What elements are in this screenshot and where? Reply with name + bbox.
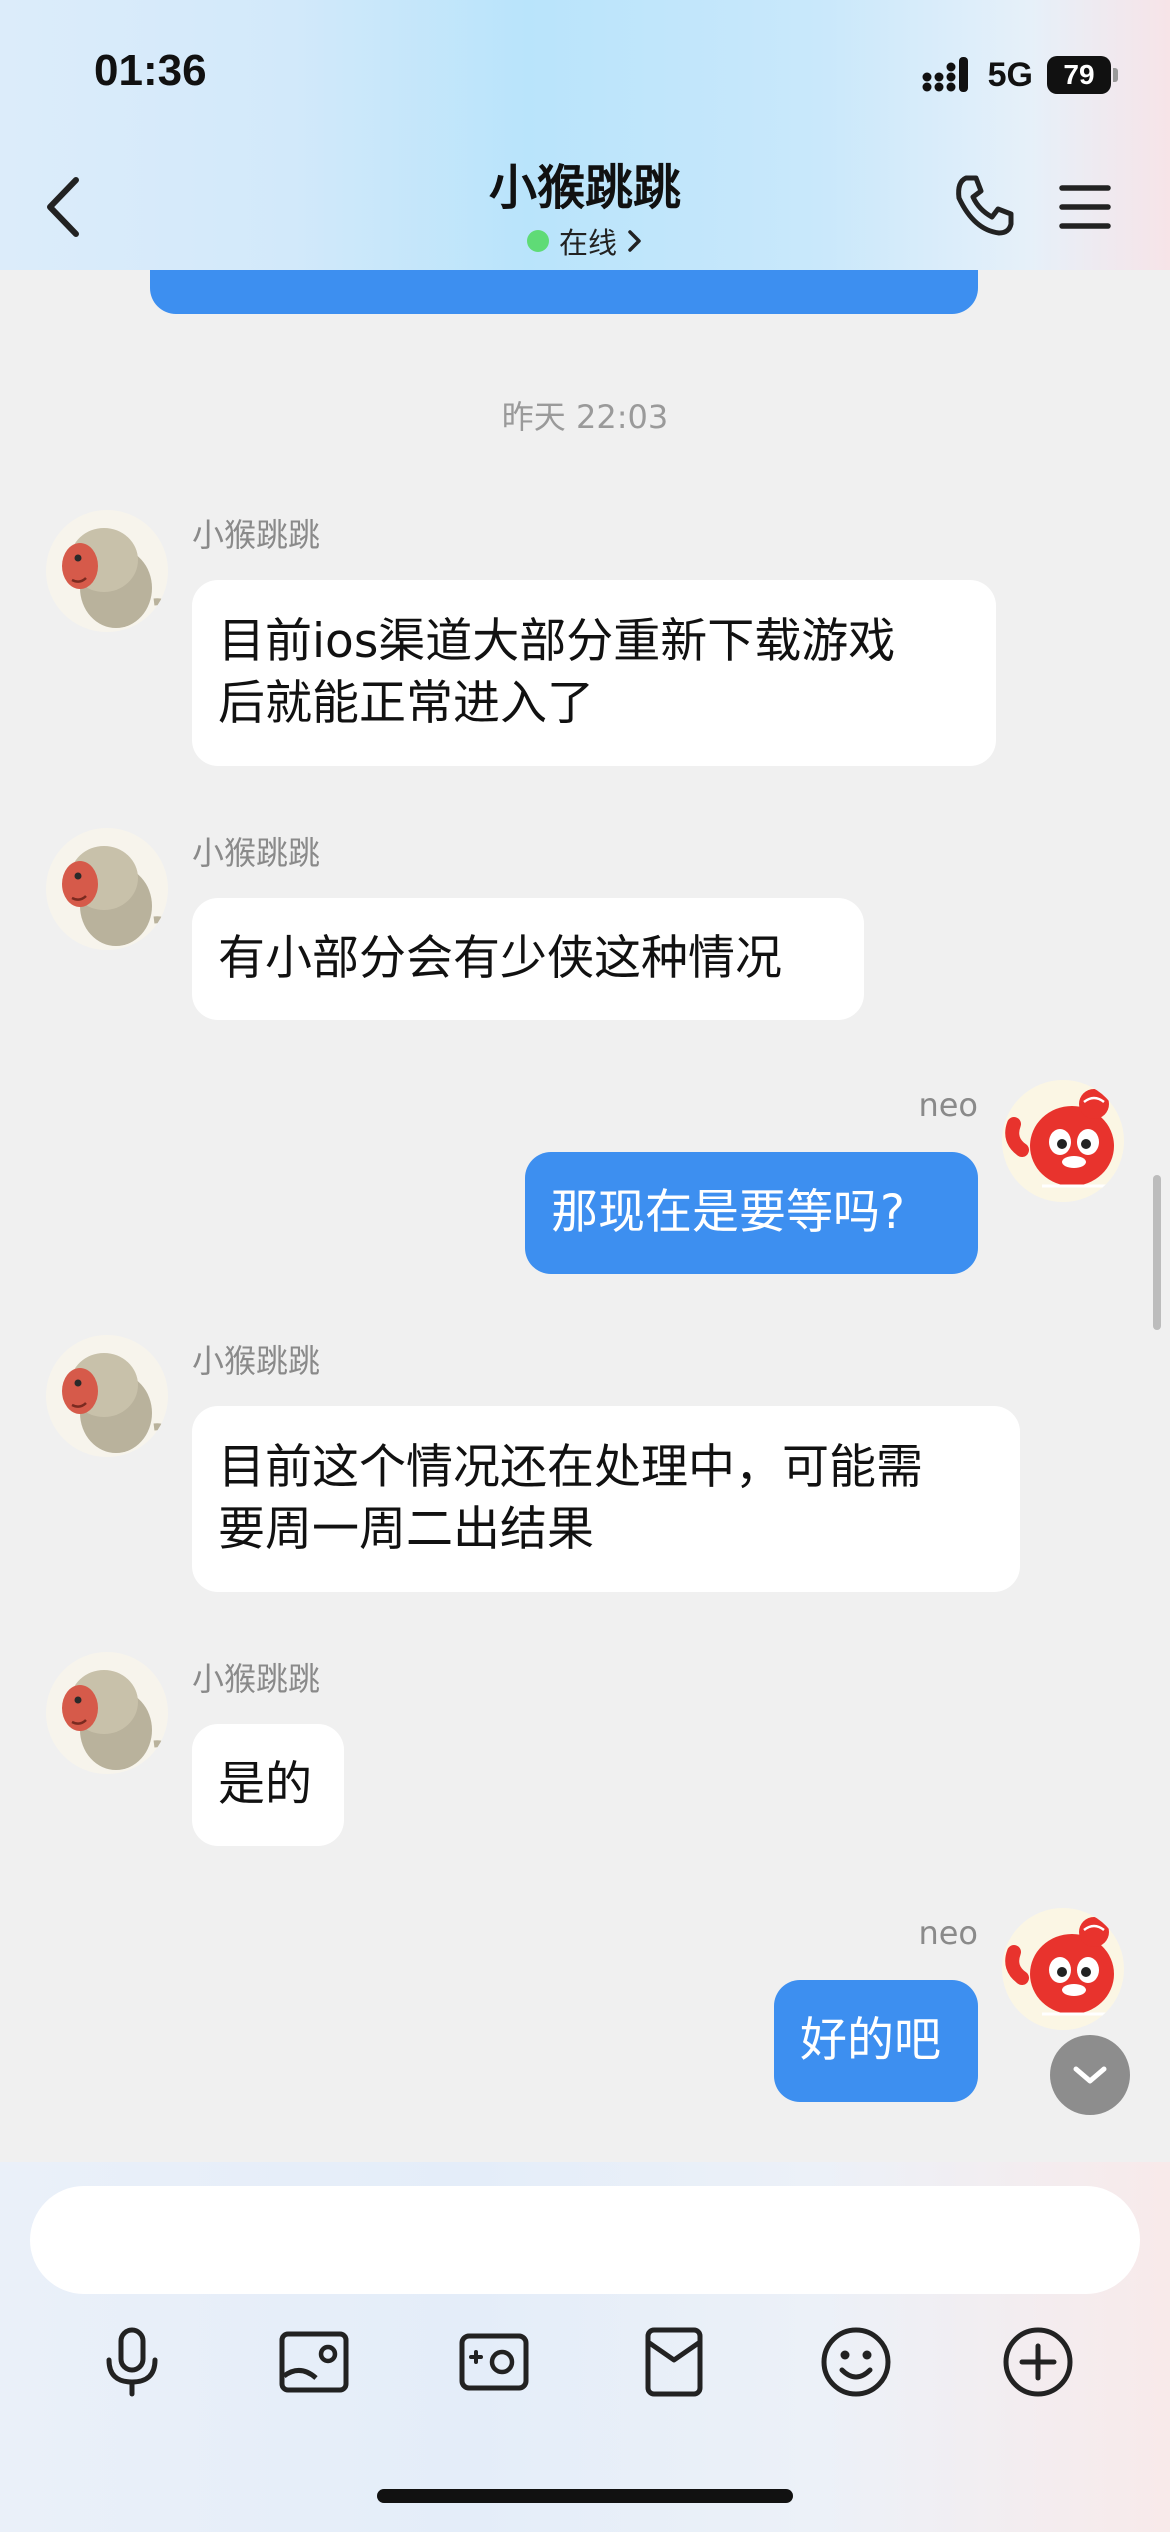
neo-avatar[interactable] [1002,1908,1124,2030]
chevron-right-icon [628,230,641,252]
chevron-down-icon [1073,2066,1107,2084]
sender-name: 小猴跳跳 [192,834,321,872]
monkey-avatar[interactable] [46,828,168,950]
monkey-avatar[interactable] [46,510,168,632]
online-dot [526,230,549,252]
message-bubble-incoming[interactable]: 目前这个情况还在处理中，可能需 要周一周二出结果 [192,1406,1020,1592]
online-status-label: 在线 [558,226,617,260]
home-indicator[interactable] [377,2489,793,2503]
message-text: 目前这个情况还在处理中，可能需 要周一周二出结果 [218,1437,923,1561]
status-time: 01:36 [94,46,207,95]
message-text: 是的 [218,1757,312,1812]
penguin-avatar-image [1002,1080,1124,1202]
monkey-avatar-image [46,828,168,950]
signal-icon [922,57,968,92]
message-bubble-incoming[interactable]: 是的 [192,1724,344,1846]
neo-avatar[interactable] [1002,1080,1124,1202]
scrollbar[interactable] [1153,1175,1161,1330]
phone-icon[interactable] [952,172,1016,238]
time-separator: 昨天 22:03 [501,398,669,436]
message-bubble-outgoing[interactable]: 好的吧 [774,1980,978,2102]
plus-icon[interactable] [1000,2324,1076,2400]
camera-icon[interactable] [456,2324,532,2400]
microphone-icon[interactable] [94,2324,170,2400]
monkey-avatar[interactable] [46,1335,168,1457]
battery-level: 79 [1047,56,1111,94]
monkey-avatar[interactable] [46,1652,168,1774]
message-bubble-outgoing[interactable]: 那现在是要等吗? [525,1152,978,1274]
sender-name: neo [918,1086,978,1124]
sender-name: 小猴跳跳 [192,516,321,554]
penguin-avatar-image [1002,1908,1124,2030]
monkey-avatar-image [46,1652,168,1774]
message-text: 目前ios渠道大部分重新下载游戏 后就能正常进入了 [218,611,895,735]
message-line: 目前ios渠道大部分重新下载游戏 [218,614,896,669]
monkey-avatar-image [46,1335,168,1457]
message-line: 要周一周二出结果 [218,1502,594,1557]
message-text: 好的吧 [800,2013,941,2068]
header-bar: 01:36 5G 79 小猴跳跳 在线 [0,0,1170,270]
message-line: 后就能正常进入了 [218,676,594,731]
scroll-to-bottom-button[interactable] [1050,2035,1130,2115]
sender-name: neo [918,1914,978,1952]
battery-icon: 79 [1047,56,1118,94]
message-line: 目前这个情况还在处理中，可能需 [218,1440,923,1495]
sender-name: 小猴跳跳 [192,1342,321,1380]
message-input[interactable] [30,2186,1140,2294]
message-bubble-incoming[interactable]: 有小部分会有少侠这种情况 [192,898,864,1020]
message-text: 有小部分会有少侠这种情况 [218,931,782,986]
emoji-icon[interactable] [818,2324,894,2400]
menu-icon[interactable] [1058,182,1112,232]
network-type: 5G [987,55,1033,94]
message-text: 那现在是要等吗? [551,1185,905,1240]
status-indicators: 5G 79 [922,52,1118,98]
monkey-avatar-image [46,510,168,632]
battery-cap [1113,68,1118,82]
red-packet-icon[interactable] [636,2324,712,2400]
message-bubble-incoming[interactable]: 目前ios渠道大部分重新下载游戏 后就能正常进入了 [192,580,996,766]
photo-icon[interactable] [276,2324,352,2400]
sender-name: 小猴跳跳 [192,1660,321,1698]
